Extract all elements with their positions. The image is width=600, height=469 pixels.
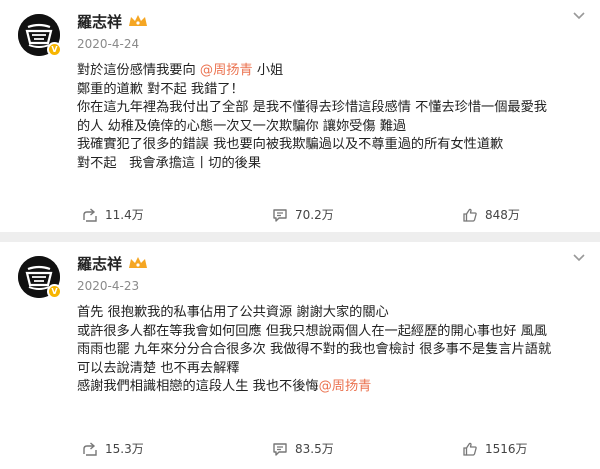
content-line: 或許很多人都在等我會如何回應 但我只想說兩個人在一起經歷的開心事也好 風風 <box>77 323 547 339</box>
post-content: 對於這份感情我要向 @周扬青 小姐 鄭重的道歉 對不起 我錯了！ 你在這九年裡為… <box>77 62 587 174</box>
post-date[interactable]: 2020-4-23 <box>77 279 139 293</box>
like-icon <box>463 208 477 222</box>
content-text: 對於這份感情我要向 <box>77 63 200 78</box>
share-button[interactable]: 15.3万 <box>82 440 144 457</box>
like-icon <box>463 442 477 456</box>
mention-link[interactable]: @周扬青 <box>200 63 253 78</box>
like-count: 848万 <box>485 208 520 222</box>
content-line: 首先 很抱歉我的私事佔用了公共資源 謝謝大家的關心 <box>77 305 389 320</box>
content-text: 小姐 <box>252 63 284 78</box>
vip-crown-icon <box>129 15 148 26</box>
content-text: 感謝我們相識相戀的這段人生 我也不後悔 <box>77 379 319 395</box>
weibo-post: V 羅志祥 2020-4-24 對於這份感情我要向 @周扬青 小姐 鄭重的道歉 … <box>0 0 600 232</box>
content-line: 可以去說清楚 也不再去解釋 <box>77 360 240 376</box>
share-icon <box>83 441 97 456</box>
chevron-down-icon[interactable] <box>572 250 586 264</box>
comment-button[interactable]: 83.5万 <box>272 440 334 457</box>
weibo-post: V 羅志祥 2020-4-23 首先 很抱歉我的私事佔用了公共資源 謝謝大家的關… <box>0 242 600 469</box>
author-name[interactable]: 羅志祥 <box>77 11 122 32</box>
content-line: 感謝我們相識相戀的這段人生 我也不後悔@周扬青 <box>77 378 587 397</box>
post-date[interactable]: 2020-4-24 <box>77 37 139 51</box>
share-button[interactable]: 11.4万 <box>82 206 144 223</box>
content-line: 對不起 我會承擔這丨切的後果 <box>77 155 262 171</box>
comment-button[interactable]: 70.2万 <box>272 206 334 223</box>
content-line: 的人 幼稚及僥倖的心態一次又一次欺騙你 讓妳受傷 難過 <box>77 118 407 134</box>
comment-icon <box>273 208 287 222</box>
comment-count: 83.5万 <box>295 442 334 456</box>
like-button[interactable]: 848万 <box>462 206 520 223</box>
comment-count: 70.2万 <box>295 208 334 222</box>
content-line: 雨雨也罷 九年來分分合合很多次 我做得不對的我也會檢討 很多事不是隻言片語就 <box>77 342 552 358</box>
content-line: 你在這九年裡為我付出了全部 是我不懂得去珍惜這段感情 不懂去珍惜一個最愛我 <box>77 100 547 116</box>
content-line: 我確實犯了很多的錯誤 我也要向被我欺騙過以及不尊重過的所有女性道歉 <box>77 137 504 153</box>
like-button[interactable]: 1516万 <box>462 440 528 457</box>
author-name[interactable]: 羅志祥 <box>77 253 122 274</box>
content-line: 鄭重的道歉 對不起 我錯了！ <box>77 81 244 97</box>
share-count: 15.3万 <box>105 442 144 456</box>
content-line: 對於這份感情我要向 @周扬青 小姐 <box>77 62 587 81</box>
share-icon <box>83 207 97 222</box>
post-actions: 11.4万 70.2万 848万 <box>0 206 600 226</box>
like-count: 1516万 <box>485 442 528 456</box>
mention-link[interactable]: @周扬青 <box>319 379 372 394</box>
vip-crown-icon <box>129 257 148 268</box>
share-count: 11.4万 <box>105 208 144 222</box>
comment-icon <box>273 442 287 456</box>
post-actions: 15.3万 83.5万 1516万 <box>0 440 600 460</box>
verified-badge-icon: V <box>47 284 62 299</box>
chevron-down-icon[interactable] <box>572 8 586 22</box>
post-content: 首先 很抱歉我的私事佔用了公共資源 謝謝大家的關心 或許很多人都在等我會如何回應… <box>77 304 587 397</box>
verified-badge-icon: V <box>47 42 62 57</box>
